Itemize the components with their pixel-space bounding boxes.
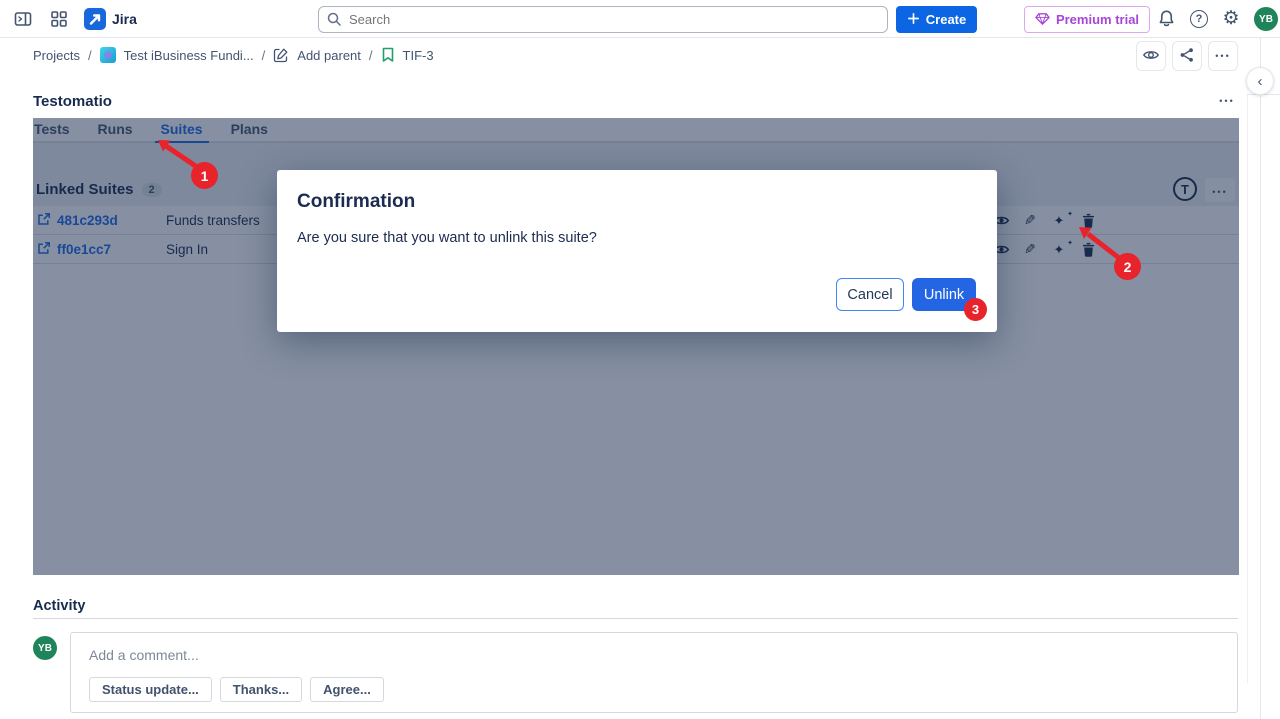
- share-button[interactable]: [1172, 41, 1202, 71]
- panel-title: Testomatio: [33, 93, 112, 110]
- create-button[interactable]: Create: [896, 6, 977, 33]
- comment-box[interactable]: Add a comment... Status update... Thanks…: [70, 632, 1238, 713]
- settings-button[interactable]: ⚙: [1220, 7, 1242, 31]
- quick-reply-agree[interactable]: Agree...: [310, 677, 384, 702]
- dialog-title: Confirmation: [297, 191, 415, 213]
- eye-icon: [1142, 46, 1160, 67]
- question-icon: ?: [1196, 13, 1203, 25]
- issue-header-actions: •••: [1136, 41, 1238, 71]
- gem-icon: [1035, 11, 1050, 29]
- breadcrumb-add-parent-link[interactable]: Add parent: [297, 48, 361, 63]
- sidebar-toggle-button[interactable]: [12, 9, 34, 31]
- top-navigation-bar: Jira Create Premium trial ?: [0, 0, 1280, 38]
- avatar-initials: YB: [1259, 14, 1273, 25]
- issue-more-button[interactable]: •••: [1208, 41, 1238, 71]
- edit-icon: [273, 47, 289, 63]
- quick-reply-thanks[interactable]: Thanks...: [220, 677, 302, 702]
- app-grid-icon: [49, 9, 69, 32]
- comment-placeholder[interactable]: Add a comment...: [89, 647, 199, 663]
- premium-trial-button[interactable]: Premium trial: [1024, 6, 1150, 33]
- create-button-label: Create: [926, 12, 966, 27]
- user-avatar[interactable]: YB: [1254, 7, 1278, 31]
- bell-icon: [1157, 9, 1176, 31]
- cancel-button[interactable]: Cancel: [836, 278, 904, 311]
- unlink-button[interactable]: Unlink: [912, 278, 976, 311]
- comment-avatar: YB: [33, 636, 57, 660]
- collapse-panel-button[interactable]: ‹: [1246, 67, 1274, 95]
- help-button[interactable]: ?: [1190, 10, 1208, 28]
- breadcrumb-projects-link[interactable]: Projects: [33, 48, 80, 63]
- search-input[interactable]: [318, 6, 888, 33]
- activity-title: Activity: [33, 598, 85, 614]
- breadcrumb: Projects / Test iBusiness Fundi... / Add…: [33, 44, 434, 66]
- sidebar-toggle-icon: [13, 9, 33, 32]
- dialog-message: Are you sure that you want to unlink thi…: [297, 230, 597, 246]
- share-icon: [1178, 46, 1196, 67]
- breadcrumb-project-link[interactable]: Test iBusiness Fundi...: [124, 48, 254, 63]
- gear-icon: ⚙: [1222, 7, 1239, 31]
- breadcrumb-separator: /: [88, 48, 92, 63]
- bookmark-icon: [381, 47, 395, 63]
- notifications-button[interactable]: [1156, 10, 1176, 30]
- quick-reply-chips: Status update... Thanks... Agree...: [89, 677, 384, 702]
- more-icon: •••: [1219, 97, 1234, 106]
- activity-divider: [33, 618, 1238, 619]
- jira-logo-icon[interactable]: [84, 8, 106, 30]
- global-search: [318, 6, 888, 33]
- jira-page: Jira Create Premium trial ?: [0, 0, 1280, 719]
- avatar-initials: YB: [38, 643, 52, 654]
- breadcrumb-separator: /: [262, 48, 266, 63]
- right-panel-divider: [1260, 38, 1261, 719]
- quick-reply-status-update[interactable]: Status update...: [89, 677, 212, 702]
- project-avatar-icon: [100, 47, 116, 63]
- breadcrumb-issue-key[interactable]: TIF-3: [403, 48, 434, 63]
- premium-trial-label: Premium trial: [1056, 12, 1139, 27]
- panel-more-button[interactable]: •••: [1214, 90, 1240, 112]
- more-icon: •••: [1215, 52, 1230, 61]
- confirmation-dialog: Confirmation Are you sure that you want …: [277, 170, 997, 332]
- watch-button[interactable]: [1136, 41, 1166, 71]
- search-icon: [326, 11, 342, 32]
- content-divider: [1247, 95, 1248, 683]
- app-switcher-button[interactable]: [48, 9, 70, 31]
- breadcrumb-separator: /: [369, 48, 373, 63]
- plus-icon: [907, 12, 920, 28]
- app-name: Jira: [112, 0, 137, 38]
- chevron-left-icon: ‹: [1258, 73, 1263, 90]
